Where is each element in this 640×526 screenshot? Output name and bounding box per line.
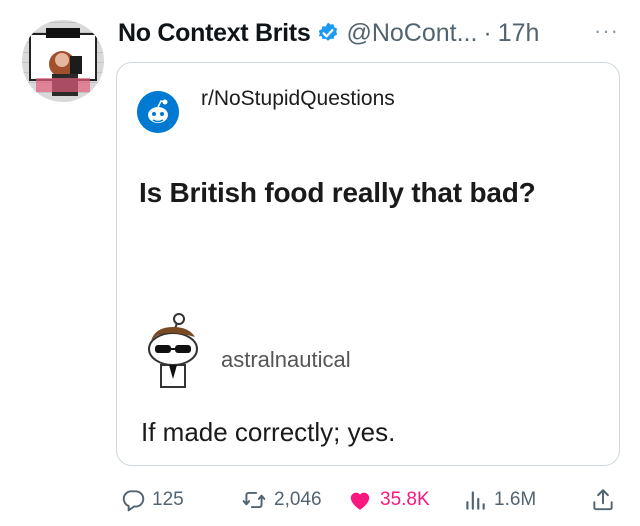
author-handle[interactable]: @NoCont...	[346, 16, 477, 50]
tweet-header: No Context Brits @NoCont... · 17h	[118, 16, 539, 50]
author-avatar[interactable]	[22, 20, 104, 102]
subreddit-name: r/NoStupidQuestions	[201, 87, 395, 110]
share-icon	[593, 489, 613, 511]
view-count: 1.6M	[494, 489, 537, 510]
views-button[interactable]: 1.6M	[462, 484, 536, 516]
share-button[interactable]	[590, 484, 616, 516]
like-count: 35.8K	[380, 489, 430, 510]
avatar-photo	[29, 28, 97, 96]
verified-badge-icon	[319, 22, 338, 41]
heart-icon	[350, 492, 370, 510]
commenter-avatar	[137, 305, 209, 397]
reply-button[interactable]: 125	[120, 484, 184, 516]
reply-icon	[122, 490, 145, 512]
retweet-count: 2,046	[274, 489, 322, 510]
tweet-media-card[interactable]: r/NoStupidQuestions Is British food real…	[116, 62, 620, 466]
tweet-actions: 125 2,046 35.8K 1.6M	[116, 484, 620, 516]
like-button[interactable]: 35.8K	[346, 484, 430, 516]
retweet-button[interactable]: 2,046	[240, 484, 322, 516]
subreddit-icon	[137, 91, 179, 133]
views-icon	[466, 491, 485, 510]
commenter-username: astralnautical	[221, 347, 351, 372]
reply-count: 125	[152, 489, 184, 510]
tweet-timestamp[interactable]: 17h	[498, 16, 540, 50]
author-name[interactable]: No Context Brits	[118, 16, 311, 50]
separator-dot: ·	[483, 19, 492, 47]
comment-text: If made correctly; yes.	[141, 417, 396, 447]
retweet-icon	[242, 491, 266, 509]
question-title: Is British food really that bad?	[139, 177, 536, 208]
more-icon[interactable]: ···	[594, 20, 624, 44]
